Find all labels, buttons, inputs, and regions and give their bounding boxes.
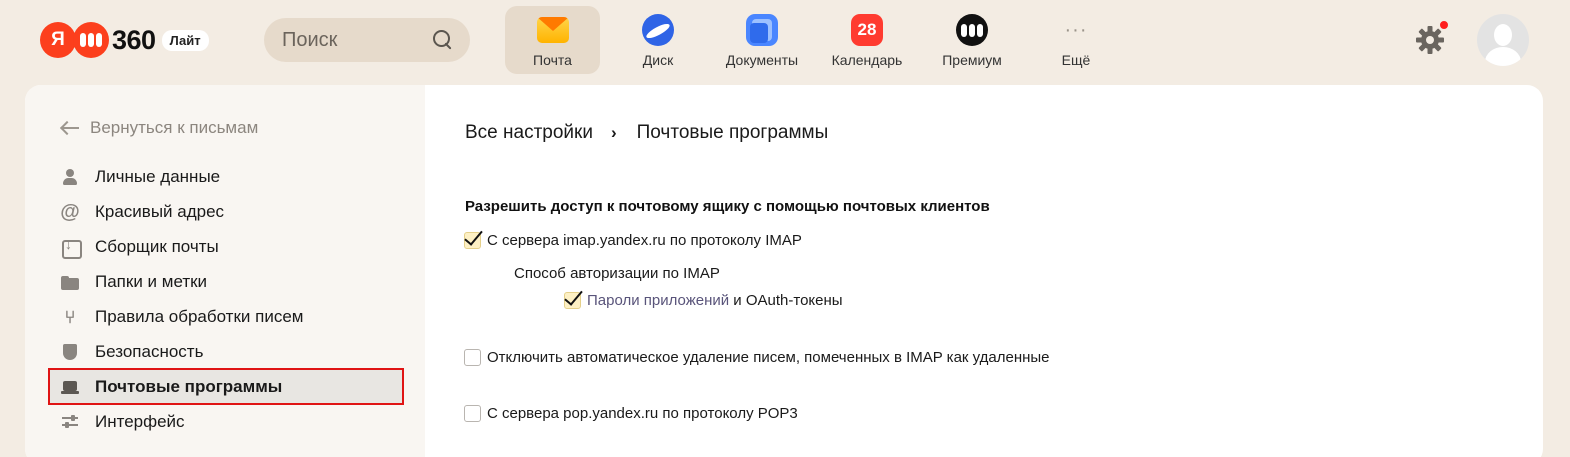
sidebar-item-label: Папки и метки <box>95 271 208 291</box>
sidebar-item-mail-clients[interactable]: Почтовые программы <box>48 368 404 405</box>
back-to-mail-link[interactable]: Вернуться к письмам <box>60 118 258 138</box>
documents-icon <box>746 14 778 46</box>
app-more[interactable]: ··· Ещё <box>1040 6 1112 74</box>
sidebar-item-beautiful-address[interactable]: @ Красивый адрес <box>50 194 402 229</box>
app-mail[interactable]: Почта <box>505 6 600 74</box>
sidebar-item-label: Правила обработки писем <box>95 306 304 326</box>
breadcrumb: Все настройки › Почтовые программы <box>465 122 828 144</box>
settings-nav: Личные данные @ Красивый адрес Сборщик п… <box>48 159 404 439</box>
oauth-tokens-text: и OAuth-токены <box>729 292 843 309</box>
sidebar-item-security[interactable]: Безопасность <box>50 334 402 369</box>
pop3-checkbox[interactable] <box>464 405 481 422</box>
app-disk-label: Диск <box>642 52 674 68</box>
app-documents-label: Документы <box>725 52 799 68</box>
imap-label: С сервера imap.yandex.ru по протоколу IM… <box>487 232 802 249</box>
calendar-icon: 28 <box>851 14 883 46</box>
sidebar-item-mail-collector[interactable]: Сборщик почты <box>50 229 402 264</box>
sidebar-item-mail-rules[interactable]: ⑂ Правила обработки писем <box>50 299 402 334</box>
sidebar-item-folders-labels[interactable]: Папки и метки <box>50 264 402 299</box>
settings-card: Вернуться к письмам Личные данные @ Крас… <box>25 85 1543 457</box>
mail-collector-icon <box>60 236 82 259</box>
app-premium-label: Премиум <box>942 52 1002 68</box>
user-icon <box>60 167 80 187</box>
sidebar-item-personal-data[interactable]: Личные данные <box>50 159 402 194</box>
sidebar-item-label: Сборщик почты <box>95 236 219 256</box>
breadcrumb-current: Почтовые программы <box>636 122 829 143</box>
breadcrumb-all-settings[interactable]: Все настройки <box>465 122 593 144</box>
pop3-option[interactable]: С сервера pop.yandex.ru по протоколу POP… <box>464 405 798 422</box>
rules-icon: ⑂ <box>64 306 76 327</box>
laptop-icon <box>60 377 80 397</box>
at-icon: @ <box>60 200 80 223</box>
sidebar-item-label: Почтовые программы <box>95 376 283 396</box>
avatar[interactable] <box>1477 14 1529 66</box>
disable-autodelete-option[interactable]: Отключить автоматическое удаление писем,… <box>464 349 1050 366</box>
section-title: Разрешить доступ к почтовому ящику с пом… <box>465 198 990 215</box>
plan-badge: Лайт <box>161 29 209 51</box>
app-more-label: Ещё <box>1061 52 1091 68</box>
sidebar-item-label: Личные данные <box>95 166 221 186</box>
imap-auth-label: Пароли приложений и OAuth-токены <box>587 292 843 309</box>
app-premium[interactable]: Премиум <box>930 6 1014 74</box>
app-mail-label: Почта <box>533 52 572 68</box>
mail-icon <box>536 17 569 43</box>
folder-icon <box>60 272 80 292</box>
app-disk[interactable]: Диск <box>618 6 698 74</box>
app-passwords-link[interactable]: Пароли приложений <box>587 292 729 309</box>
shield-icon <box>60 342 80 362</box>
app-calendar-label: Календарь <box>831 52 903 68</box>
360-logo-icon <box>73 22 109 58</box>
disk-icon <box>642 14 674 46</box>
search-icon[interactable] <box>432 29 454 51</box>
sidebar-item-label: Интерфейс <box>95 411 185 431</box>
chevron-right-icon: › <box>610 123 617 142</box>
arrow-left-icon <box>60 121 80 135</box>
search-placeholder: Поиск <box>282 28 338 51</box>
disable-autodelete-label: Отключить автоматическое удаление писем,… <box>487 349 1050 366</box>
app-calendar[interactable]: 28 Календарь <box>822 6 912 74</box>
pop3-label: С сервера pop.yandex.ru по протоколу POP… <box>487 405 798 422</box>
notification-dot <box>1438 19 1450 31</box>
sidebar-item-label: Безопасность <box>95 341 204 361</box>
imap-auth-option[interactable]: Пароли приложений и OAuth-токены <box>564 292 843 309</box>
yandex-360-logo[interactable]: Я 360 Лайт <box>40 22 209 58</box>
imap-checkbox[interactable] <box>464 232 481 249</box>
imap-auth-title: Способ авторизации по IMAP <box>514 265 720 282</box>
sidebar-item-label: Красивый адрес <box>95 201 225 221</box>
sliders-icon <box>60 412 80 432</box>
logo-number: 360 <box>112 24 156 55</box>
premium-icon <box>956 14 988 46</box>
imap-auth-checkbox[interactable] <box>564 292 581 309</box>
avatar-body-icon <box>1485 47 1521 66</box>
settings-sidebar: Вернуться к письмам Личные данные @ Крас… <box>25 85 425 457</box>
search-input[interactable]: Поиск <box>264 18 470 62</box>
sidebar-item-interface[interactable]: Интерфейс <box>50 404 402 439</box>
avatar-head-icon <box>1494 24 1512 46</box>
top-header: Я 360 Лайт Поиск Почта Диск Документы 28… <box>0 0 1570 85</box>
yandex-logo-icon: Я <box>40 22 76 58</box>
app-documents[interactable]: Документы <box>712 6 812 74</box>
more-icon: ··· <box>1064 18 1088 41</box>
back-to-mail-label: Вернуться к письмам <box>90 118 259 137</box>
imap-option[interactable]: С сервера imap.yandex.ru по протоколу IM… <box>464 232 802 249</box>
disable-autodelete-checkbox[interactable] <box>464 349 481 366</box>
